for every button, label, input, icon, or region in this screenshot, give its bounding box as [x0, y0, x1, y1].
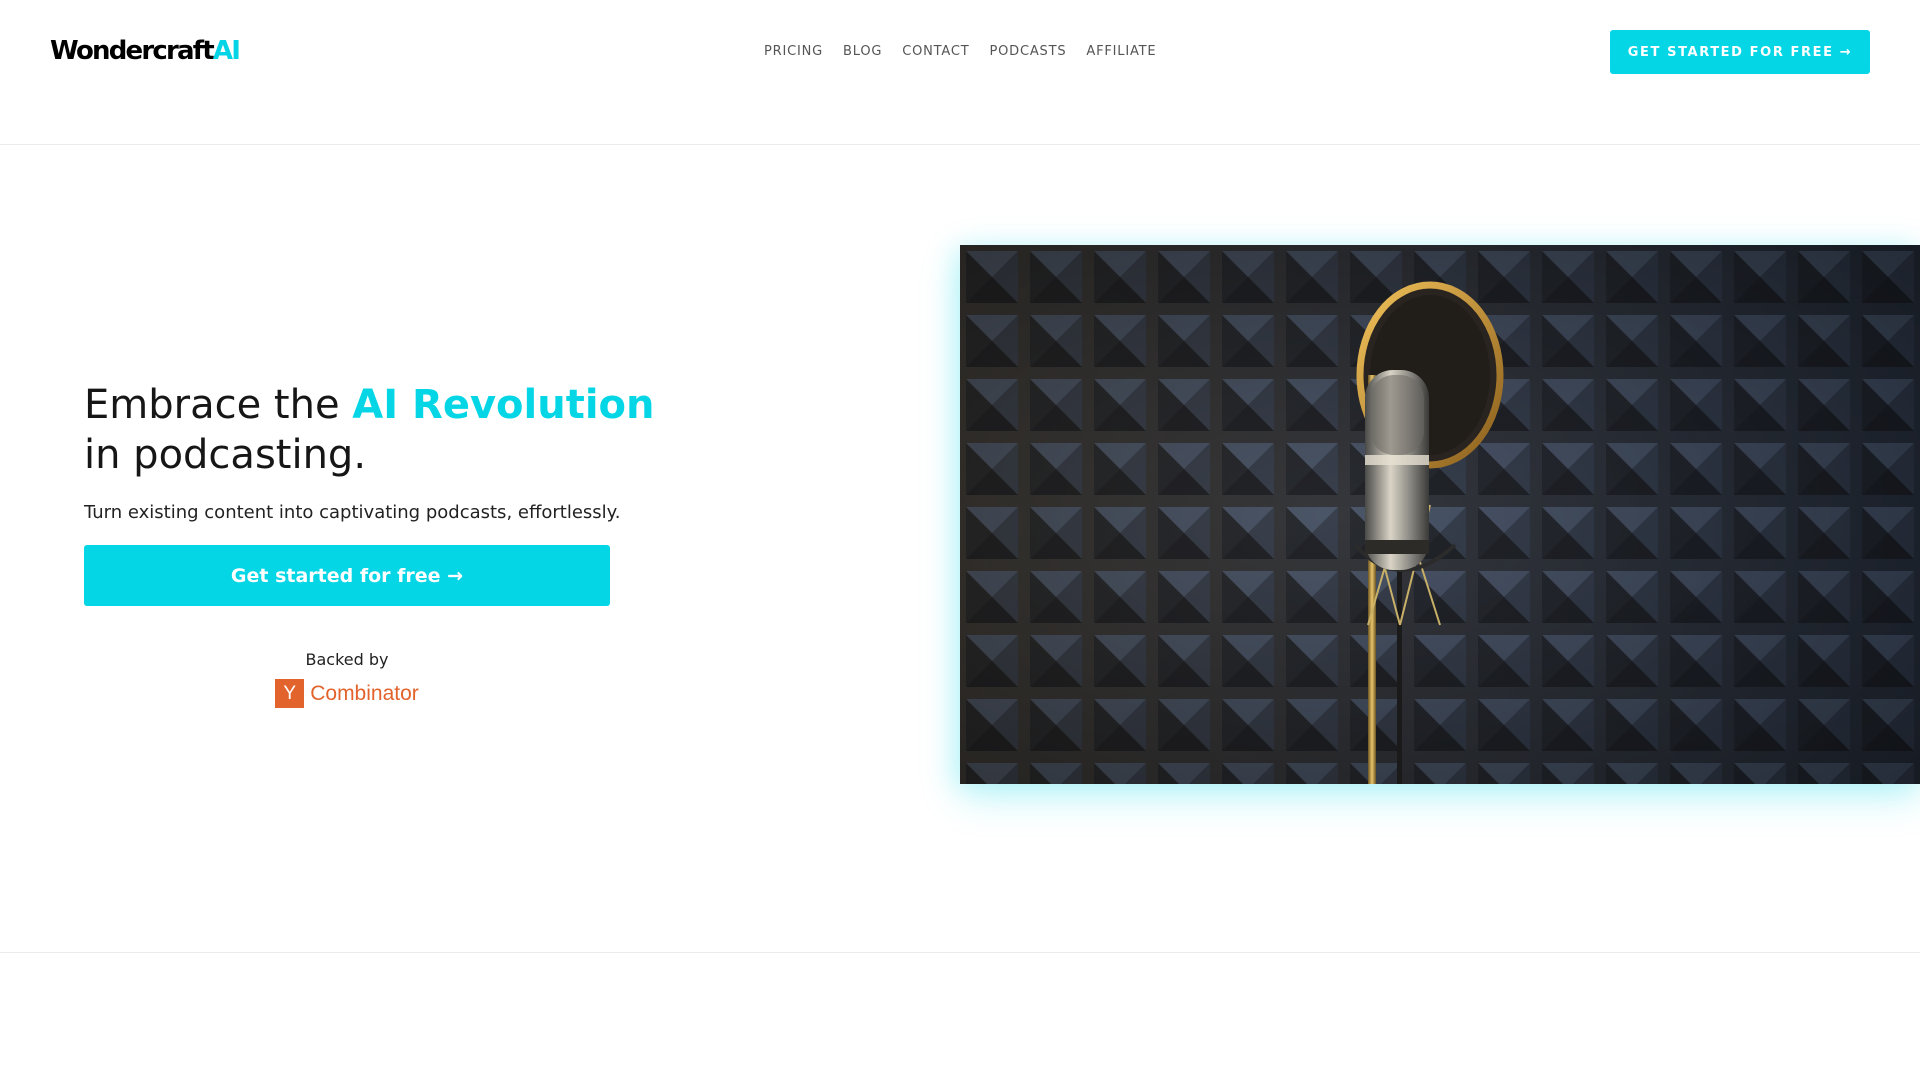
- headline-part-2: in podcasting.: [84, 432, 367, 478]
- nav-blog[interactable]: BLOG: [843, 44, 882, 59]
- main-nav: PRICING BLOG CONTACT PODCASTS AFFILIATE: [764, 44, 1156, 59]
- nav-pricing[interactable]: PRICING: [764, 44, 823, 59]
- y-combinator-logo: Y Combinator: [84, 679, 610, 708]
- logo-wordmark: Wondercraft: [50, 36, 215, 66]
- y-combinator-wordmark: Combinator: [310, 681, 419, 705]
- nav-affiliate[interactable]: AFFILIATE: [1086, 44, 1156, 59]
- hero-headline: Embrace the AI Revolution in podcasting.: [84, 380, 724, 480]
- nav-contact[interactable]: CONTACT: [902, 44, 969, 59]
- site-header: WondercraftAI PRICING BLOG CONTACT PODCA…: [0, 0, 1920, 145]
- hero-get-started-button[interactable]: Get started for free →: [84, 545, 610, 606]
- hero-subhead: Turn existing content into captivating p…: [84, 502, 621, 523]
- header-get-started-button[interactable]: GET STARTED FOR FREE →: [1610, 30, 1870, 74]
- nav-podcasts[interactable]: PODCASTS: [989, 44, 1066, 59]
- hero-content: Embrace the AI Revolution in podcasting.…: [84, 380, 724, 708]
- logo-ai-suffix: AI: [212, 36, 241, 66]
- y-combinator-icon: Y: [275, 679, 305, 708]
- studio-microphone-photo: [960, 245, 1920, 784]
- headline-accent: AI Revolution: [352, 382, 655, 428]
- headline-part-1: Embrace the: [84, 382, 353, 428]
- section-divider: [0, 952, 1920, 953]
- wondercraft-logo[interactable]: WondercraftAI: [50, 36, 241, 66]
- backed-by-label: Backed by: [305, 650, 389, 669]
